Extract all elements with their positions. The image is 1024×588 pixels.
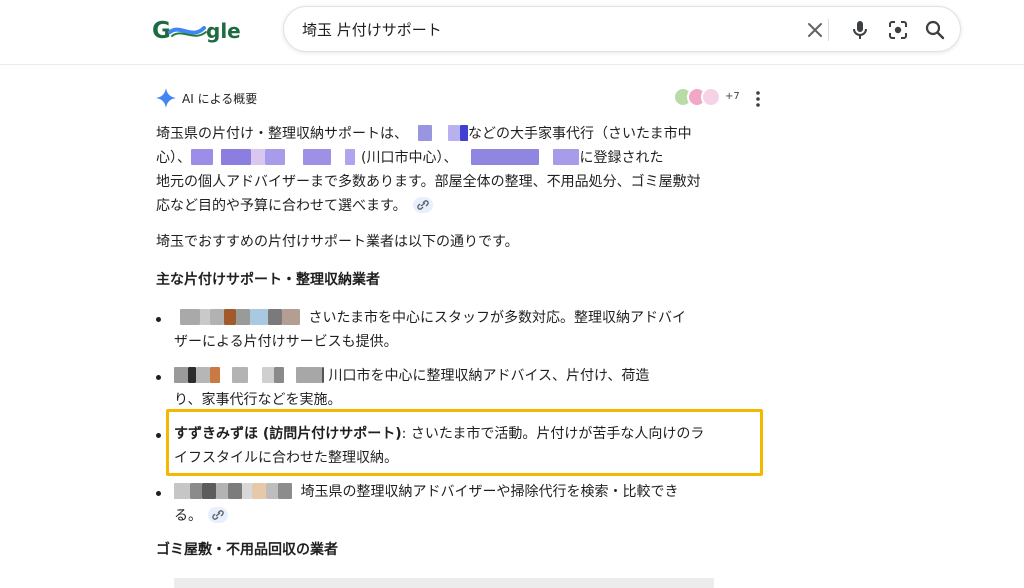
sparkle-icon (156, 88, 176, 108)
source-count[interactable]: +7 (725, 91, 740, 102)
recommend-paragraph: 埼玉でおすすめの片付けサポート業者は以下の通りです。 (156, 234, 519, 250)
more-vertical-icon[interactable] (751, 89, 765, 109)
svg-text:gle: gle (206, 19, 241, 43)
close-icon[interactable] (803, 18, 827, 42)
search-input[interactable]: 埼玉 片付けサポート (302, 19, 442, 40)
bullet-dot (156, 375, 161, 380)
link-icon[interactable] (208, 507, 228, 523)
intro-paragraph: 埼玉県の片付け・整理収納サポートは、 などの大手家事代行（さいたま市中 心）、 (川… (156, 125, 701, 214)
search-box[interactable]: 埼玉 片付けサポート (283, 6, 961, 52)
camera-lens-icon[interactable] (886, 18, 910, 42)
bullet-dot (156, 491, 161, 496)
link-icon[interactable] (412, 197, 433, 213)
ai-overview-title: AI による概要 (182, 92, 258, 106)
search-divider (828, 19, 829, 41)
highlight-box (166, 409, 763, 476)
bullet-dot (156, 317, 161, 322)
section-heading-junk-removal: ゴミ屋敷・不用品回収の業者 (156, 542, 338, 558)
microphone-icon[interactable] (848, 18, 872, 42)
svg-text:G: G (152, 18, 171, 44)
section-heading-organizers: 主な片付けサポート・整理収納業者 (156, 272, 380, 288)
search-icon[interactable] (923, 18, 947, 42)
top-bar: G gle 埼玉 片付けサポート (0, 0, 1024, 65)
source-avatar[interactable] (701, 87, 721, 107)
bullet-dot (156, 433, 161, 438)
google-logo[interactable]: G gle (152, 14, 244, 46)
